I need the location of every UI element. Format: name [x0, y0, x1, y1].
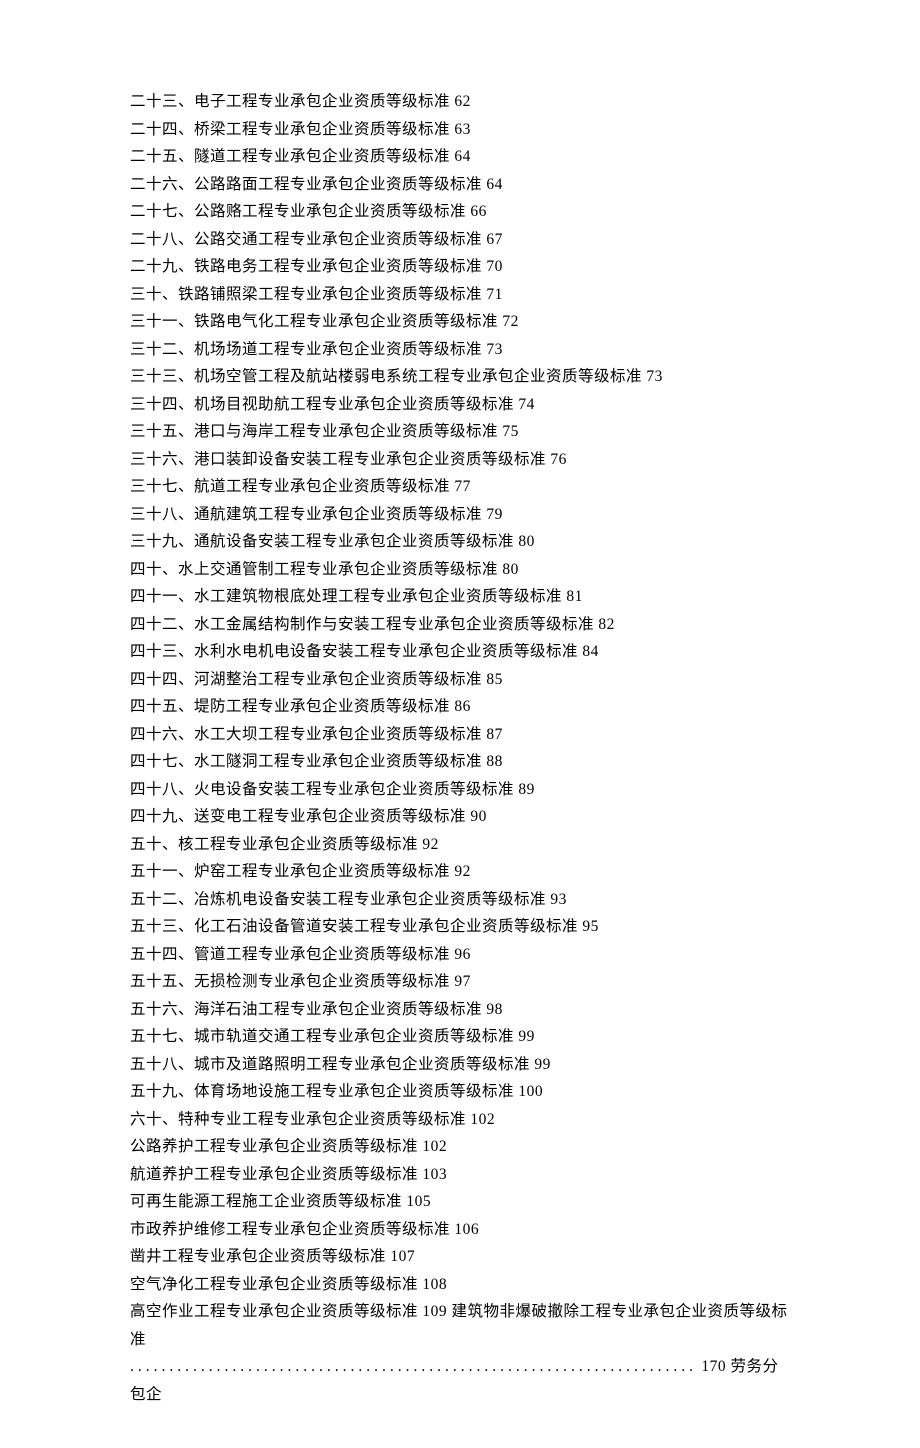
- toc-line: 二十三、电子工程专业承包企业资质等级标准 62: [130, 88, 790, 116]
- toc-line: 二十六、公路路面工程专业承包企业资质等级标准 64: [130, 171, 790, 199]
- toc-line: 航道养护工程专业承包企业资质等级标准 103: [130, 1161, 790, 1189]
- toc-line: 二十五、隧道工程专业承包企业资质等级标准 64: [130, 143, 790, 171]
- toc-line: 二十八、公路交通工程专业承包企业资质等级标准 67: [130, 226, 790, 254]
- toc-line: 五十四、管道工程专业承包企业资质等级标准 96: [130, 941, 790, 969]
- toc-line: 二十七、公路赂工程专业承包企业资质等级标准 66: [130, 198, 790, 226]
- toc-line: 二十四、桥梁工程专业承包企业资质等级标准 63: [130, 116, 790, 144]
- toc-line: 五十一、炉窑工程专业承包企业资质等级标准 92: [130, 858, 790, 886]
- document-page: 二十三、电子工程专业承包企业资质等级标准 62 二十四、桥梁工程专业承包企业资质…: [0, 0, 920, 1448]
- toc-line: 三十七、航道工程专业承包企业资质等级标准 77: [130, 473, 790, 501]
- toc-line: 五十九、体育场地设施工程专业承包企业资质等级标准 100: [130, 1078, 790, 1106]
- leader-dots: ........................................…: [130, 1358, 697, 1375]
- toc-line: 四十、水上交通管制工程专业承包企业资质等级标准 80: [130, 556, 790, 584]
- toc-line: 四十二、水工金属结构制作与安装工程专业承包企业资质等级标准 82: [130, 611, 790, 639]
- toc-line: 四十四、河湖整治工程专业承包企业资质等级标准 85: [130, 666, 790, 694]
- toc-line: 五十六、海洋石油工程专业承包企业资质等级标准 98: [130, 996, 790, 1024]
- toc-line: 三十八、通航建筑工程专业承包企业资质等级标准 79: [130, 501, 790, 529]
- toc-line: 四十三、水利水电机电设备安装工程专业承包企业资质等级标准 84: [130, 638, 790, 666]
- toc-line: 三十九、通航设备安装工程专业承包企业资质等级标准 80: [130, 528, 790, 556]
- toc-line: 三十五、港口与海岸工程专业承包企业资质等级标准 75: [130, 418, 790, 446]
- toc-line: 可再生能源工程施工企业资质等级标准 105: [130, 1188, 790, 1216]
- toc-line: 四十九、送变电工程专业承包企业资质等级标准 90: [130, 803, 790, 831]
- toc-line: 五十二、冶炼机电设备安装工程专业承包企业资质等级标准 93: [130, 886, 790, 914]
- toc-line: 公路养护工程专业承包企业资质等级标准 102: [130, 1133, 790, 1161]
- toc-line: 二十九、铁路电务工程专业承包企业资质等级标准 70: [130, 253, 790, 281]
- toc-line: 四十六、水工大坝工程专业承包企业资质等级标准 87: [130, 721, 790, 749]
- toc-line: 三十二、机场场道工程专业承包企业资质等级标准 73: [130, 336, 790, 364]
- toc-line: 五十七、城市轨道交通工程专业承包企业资质等级标准 99: [130, 1023, 790, 1051]
- toc-line: 三十六、港口装卸设备安装工程专业承包企业资质等级标准 76: [130, 446, 790, 474]
- toc-line: 五十三、化工石油设备管道安装工程专业承包企业资质等级标准 95: [130, 913, 790, 941]
- toc-line: 四十七、水工隧洞工程专业承包企业资质等级标准 88: [130, 748, 790, 776]
- toc-line: 四十一、水工建筑物根底处理工程专业承包企业资质等级标准 81: [130, 583, 790, 611]
- toc-line: 五十八、城市及道路照明工程专业承包企业资质等级标准 99: [130, 1051, 790, 1079]
- toc-line: 空气净化工程专业承包企业资质等级标准 108: [130, 1271, 790, 1299]
- toc-line: 三十四、机场目视助航工程专业承包企业资质等级标准 74: [130, 391, 790, 419]
- toc-line: 三十三、机场空管工程及航站楼弱电系统工程专业承包企业资质等级标准 73: [130, 363, 790, 391]
- toc-line: 凿井工程专业承包企业资质等级标准 107: [130, 1243, 790, 1271]
- toc-dots-line: ........................................…: [130, 1353, 790, 1408]
- toc-line: 四十五、堤防工程专业承包企业资质等级标准 86: [130, 693, 790, 721]
- toc-line: 五十、核工程专业承包企业资质等级标准 92: [130, 831, 790, 859]
- toc-line: 市政养护维修工程专业承包企业资质等级标准 106: [130, 1216, 790, 1244]
- toc-line: 三十、铁路铺照梁工程专业承包企业资质等级标准 71: [130, 281, 790, 309]
- toc-line: 三十一、铁路电气化工程专业承包企业资质等级标准 72: [130, 308, 790, 336]
- toc-line: 六十、特种专业工程专业承包企业资质等级标准 102: [130, 1106, 790, 1134]
- toc-line: 高空作业工程专业承包企业资质等级标准 109 建筑物非爆破撤除工程专业承包企业资…: [130, 1298, 790, 1353]
- toc-line: 五十五、无损检测专业承包企业资质等级标准 97: [130, 968, 790, 996]
- toc-line: 四十八、火电设备安装工程专业承包企业资质等级标准 89: [130, 776, 790, 804]
